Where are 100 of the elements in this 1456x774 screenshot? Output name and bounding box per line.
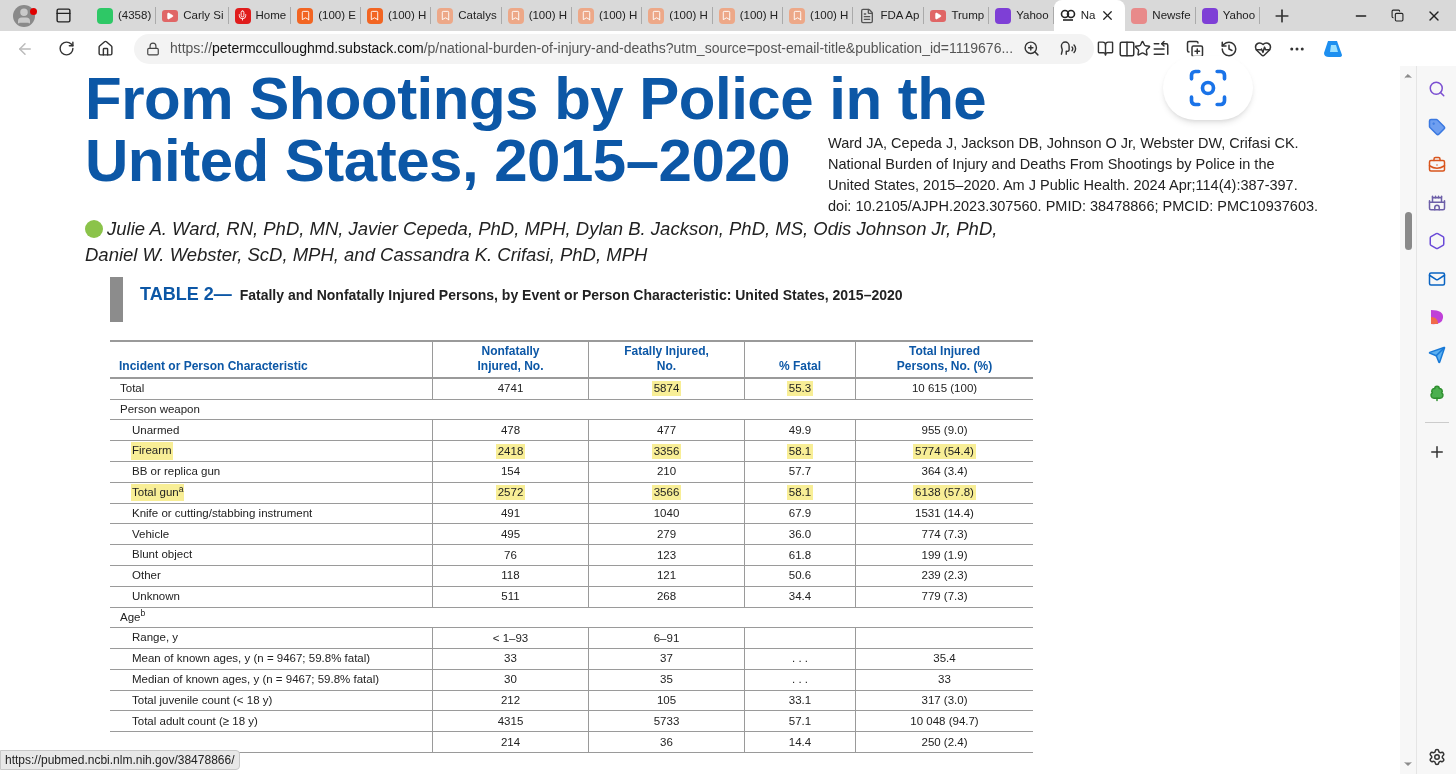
hexagon-icon[interactable] <box>1427 232 1446 250</box>
table-cell-text: 250 (2.4) <box>920 734 969 750</box>
browser-tab[interactable]: Catalys <box>431 7 502 24</box>
restore-icon[interactable] <box>1391 9 1404 22</box>
search-icon[interactable] <box>1427 80 1446 98</box>
tab-actions-icon[interactable] <box>55 7 72 24</box>
row-label: Range, y <box>131 630 180 646</box>
favorite-star-icon[interactable] <box>1134 40 1152 57</box>
row-label: Total gun$^{a}$ <box>131 484 185 502</box>
bookmark-icon <box>578 7 594 24</box>
browser-tab[interactable]: Trump <box>924 7 990 24</box>
browser-tab[interactable]: (100) H <box>572 7 643 24</box>
title-accent-bar <box>110 277 123 322</box>
tab-favicon-icon <box>1131 7 1148 24</box>
toolbox-icon[interactable] <box>1427 156 1446 174</box>
browser-tab[interactable]: (100) H <box>783 7 854 24</box>
scrollbar-thumb[interactable] <box>1404 212 1412 250</box>
browser-tab[interactable]: Home <box>228 7 292 24</box>
chess-icon[interactable] <box>1427 194 1446 212</box>
table-cell-text: 35 <box>659 672 674 688</box>
section-label: Person weapon <box>120 401 200 417</box>
row-label: Total juvenile count (< 18 y) <box>131 692 274 708</box>
column-header: Fatally Injured, No. <box>623 344 710 374</box>
browser-tab[interactable]: (100) H <box>501 7 572 24</box>
table-cell: 58.1 <box>786 485 814 501</box>
row-label: Unarmed <box>131 422 181 438</box>
table-cell-text: 4741 <box>496 381 525 397</box>
citation-line: United States, 2015–2020. Am J Public Health. 2024 Apr;114(4):387-397. <box>828 176 1298 195</box>
browser-tab[interactable]: Yahoo <box>1195 7 1261 24</box>
table-cell-text: 779 (7.3) <box>920 589 969 605</box>
table-cell-text: 279 <box>655 526 678 542</box>
browser-tab[interactable]: FDA Ap <box>853 7 925 24</box>
split-screen-icon[interactable] <box>1118 39 1136 58</box>
bookmark-icon <box>718 7 735 24</box>
browser-tab[interactable]: Yahoo <box>989 7 1054 24</box>
row-label: Median of known ages, y (n = 9467; 59.8% fatal) <box>131 672 381 687</box>
browser-tab[interactable]: Carly Si <box>156 7 229 24</box>
table-cell-text: 118 <box>500 568 521 584</box>
reload-icon[interactable] <box>58 40 75 57</box>
tree-icon[interactable] <box>1427 384 1446 402</box>
mail-icon[interactable] <box>1427 270 1446 288</box>
row-label: Vehicle <box>131 526 171 542</box>
browser-tab[interactable]: (100) H <box>642 7 713 24</box>
table-cell-text: 57.7 <box>787 464 813 480</box>
table-cell-text: 30 <box>503 672 518 688</box>
table-cell: 5874 <box>651 381 682 397</box>
browser-tab[interactable]: Na <box>1053 0 1126 31</box>
profile-avatar[interactable] <box>13 4 35 27</box>
table-cell-text: 121 <box>655 568 678 584</box>
table-cell-text: . . . <box>791 672 809 688</box>
table-cell: 3566 <box>651 485 682 501</box>
collections-icon[interactable] <box>1186 39 1204 58</box>
browser-tab[interactable]: (4358) <box>91 7 157 24</box>
table-cell-text: 1040 <box>652 505 681 521</box>
citation-line: National Burden of Injury and Deaths From Shootings by Police in the <box>828 155 1275 174</box>
table-cell-text: 511 <box>500 589 521 605</box>
bookmark-icon <box>648 7 665 24</box>
settings-icon[interactable] <box>1427 748 1446 766</box>
reader-icon[interactable] <box>1097 40 1115 57</box>
table-cell-text: 317 (3.0) <box>920 692 969 708</box>
row-label: Unknown <box>131 589 181 605</box>
table-cell-text: 495 <box>499 526 522 542</box>
column-header: Incident or Person Characteristic <box>119 359 308 374</box>
table-cell-text: 61.8 <box>787 547 813 563</box>
browser-tab[interactable]: (100) E <box>291 7 361 24</box>
scrollbar[interactable] <box>1400 66 1416 774</box>
row-label: Other <box>131 568 162 584</box>
browser-tab[interactable]: (100) H <box>712 7 784 24</box>
browser-tab[interactable]: (100) H <box>360 7 432 24</box>
send-icon[interactable] <box>1427 346 1446 364</box>
table-cell: 3356 <box>651 443 682 459</box>
table-cell-text: 154 <box>499 464 522 480</box>
table-cell-text: 491 <box>499 505 522 521</box>
tag-icon[interactable] <box>1427 118 1446 136</box>
table-cell-text: 10 615 (100) <box>910 381 979 397</box>
read-aloud-icon[interactable] <box>1060 40 1078 57</box>
column-header: Total Injured Persons, No. (%) <box>895 344 994 374</box>
row-label: Total <box>119 381 146 397</box>
home-icon[interactable] <box>97 40 114 57</box>
heart-pulse-icon[interactable] <box>1254 39 1272 58</box>
visual-search-button[interactable] <box>1163 56 1253 120</box>
table-cell: 2572 <box>495 485 526 501</box>
table-cell-text: 6–91 <box>652 630 681 646</box>
author-list: Julie A. Ward, RN, PhD, MN, Javier Cepeda, PhD, MPH, Dylan B. Jackson, PhD, MS, Odis Johnson Jr, PhD, <box>107 216 998 242</box>
table-cell-text: < 1–93 <box>491 630 530 646</box>
zoom-icon[interactable] <box>1023 40 1041 57</box>
row-label: Knife or cutting/stabbing instrument <box>131 505 314 521</box>
history-icon[interactable] <box>1220 39 1238 58</box>
table-cell: 58.1 <box>786 443 814 459</box>
table-cell-text: 36.0 <box>787 526 813 542</box>
table-cell-text: 4315 <box>496 713 525 729</box>
table-cell-text: 36 <box>659 734 674 750</box>
browser-tab[interactable]: Newsfe <box>1125 7 1196 24</box>
table-cell-text: 105 <box>655 692 678 708</box>
favorites-icon[interactable] <box>1152 39 1170 58</box>
table-cell-text: 50.6 <box>787 568 813 584</box>
table-cell-text: 239 (2.3) <box>920 568 969 584</box>
table-cell-text: 268 <box>655 589 678 605</box>
article-title: From Shootings by Police in the <box>85 66 987 132</box>
section-label: Age$^{b}$ <box>120 608 146 625</box>
